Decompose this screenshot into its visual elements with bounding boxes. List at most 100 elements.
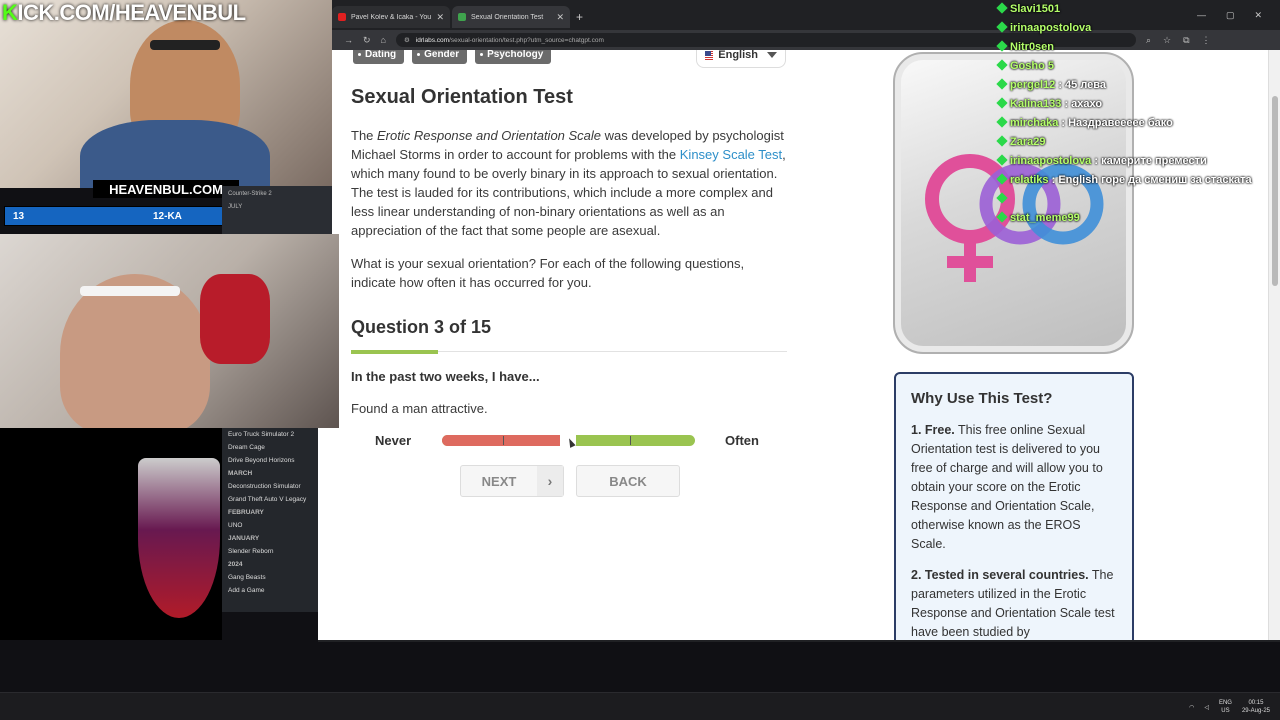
why-point-tested: 2. Tested in several countries. The para… [911,566,1117,640]
sidebar-section-header: 2024 [228,561,243,568]
why-use-panel: Why Use This Test? 1. Free. This free on… [894,372,1134,640]
chat-message: stat_meme99 [996,209,1280,228]
intro-emphasis: Erotic Response and Orientation Scale [377,128,602,143]
chat-message: Gosho 5 [996,57,1280,76]
chat-message: irinaapostolova : камерите премести [996,152,1280,171]
chat-text: : камерите премести [1094,155,1207,167]
music-visualizer [0,428,222,640]
chat-username[interactable]: Kalina133 [1010,98,1061,110]
chevron-right-icon: › [537,466,563,496]
chat-message: pergel12 : 45 лева [996,76,1280,95]
chat-message: Zara29 [996,133,1280,152]
close-tab-icon[interactable]: ✕ [436,12,444,23]
chat-overlay: Slavi1501 irinaapostolova Nitr0sen Gosho… [996,0,1280,228]
chat-message: Kalina133 : ахахо [996,95,1280,114]
tab-youtube[interactable]: Pavel Kolev & Icaka - YouTube ✕ [332,6,450,28]
clock-time: 00:15 [1248,700,1264,706]
headphones [200,274,270,364]
badge-icon [996,211,1008,223]
chat-username[interactable]: irinaapostolova [1010,155,1091,167]
input-language[interactable]: ENG US [1219,699,1232,715]
chat-text: : ахахо [1064,98,1103,110]
sidebar-section-header: JANUARY [228,535,260,542]
chevron-down-icon [767,52,777,58]
tab-title: Sexual Orientation Test [471,13,544,21]
sunglasses [150,40,220,50]
instructions: What is your sexual orientation? For eac… [351,256,745,290]
chat-message [996,190,1280,209]
tab-test[interactable]: Sexual Orientation Test ✕ [452,6,570,28]
guest-face [60,274,210,428]
tag-psychology[interactable]: Psychology [475,50,552,64]
slider-tick [630,436,631,445]
sidebar-game-item[interactable]: Dream Cage [228,441,312,454]
sidebar-game-item[interactable]: Euro Truck Simulator 2 [228,428,312,441]
game-list-top: Counter-Strike 2 JULY [222,186,332,234]
score-label: 12-KA [153,210,182,222]
back-button[interactable]: BACK [576,465,680,497]
chat-username[interactable]: relatiks [1010,174,1049,186]
chat-username[interactable]: pergel12 [1010,79,1055,91]
sidebar-game-item[interactable]: Add a Game [228,584,312,597]
slider-tick [503,436,504,445]
kick-url-overlay: KICK.COM/HEAVENBUL [2,0,246,26]
question-heading: Question 3 of 15 [351,317,492,337]
badge-icon [996,40,1008,52]
url-domain: idrlabs.com [415,36,450,44]
chat-text: : 45 лева [1058,79,1107,91]
forward-icon[interactable]: → [344,35,353,45]
badge-icon [996,97,1008,109]
site-info-icon[interactable]: ⚙ [404,36,410,44]
channel-banner: HEAVENBUL.COM [93,180,239,198]
volume-icon[interactable]: ◁ [1204,704,1209,711]
close-tab-icon[interactable]: ✕ [556,12,564,23]
game-list-entry: JULY [228,204,243,210]
chat-username[interactable]: stat_meme99 [1010,212,1080,224]
wifi-icon[interactable]: ◠ [1189,704,1194,711]
screen: Pavel Kolev & Icaka - YouTube ✕ Sexual O… [0,0,1280,720]
clock[interactable]: 00:15 29-Aug-25 [1242,699,1270,715]
chat-username[interactable]: irinaapostolova [1010,22,1091,34]
tag-dating[interactable]: Dating [353,50,405,64]
why-point-title: 2. Tested in several countries. [911,568,1089,582]
sidebar-game-item[interactable]: Deconstruction Simulator [228,480,312,493]
sidebar-game-item[interactable]: Grand Theft Auto V Legacy [228,493,312,506]
kinsey-scale-link[interactable]: Kinsey Scale Test [680,147,782,162]
chat-message: Slavi1501 [996,0,1280,19]
sidebar-game-item[interactable]: Gang Beasts [228,571,312,584]
white-sunglasses [80,286,180,296]
why-point-text: This free online Sexual Orientation test… [911,423,1103,551]
webcam-guest [0,234,339,428]
sidebar-game-item[interactable]: UNO [228,519,312,532]
badge-icon [996,78,1008,90]
next-button[interactable]: NEXT › [460,465,564,497]
chat-text: : Наздравеееее бако [1061,117,1173,129]
language-selector[interactable]: English [696,50,786,68]
chat-username[interactable]: Slavi1501 [1010,3,1060,15]
host-shirt [80,120,270,188]
why-point-free: 1. Free. This free online Sexual Orienta… [911,421,1117,554]
score-left: 13 [13,210,25,222]
home-icon[interactable]: ⌂ [381,35,386,45]
chat-username[interactable]: Zara29 [1010,136,1045,148]
url-path: /sexual-orientation/test.php?utm_source=… [449,36,604,44]
new-tab-icon[interactable]: + [576,6,583,30]
chat-message: Nitr0sen [996,38,1280,57]
chat-username[interactable]: Nitr0sen [1010,41,1054,53]
sidebar-game-item[interactable]: Slender Reborn [228,545,312,558]
scale-min-label: Never [375,433,412,448]
reload-icon[interactable]: ↻ [363,35,371,46]
taskbar: ◠ ◁ ENG US 00:15 29-Aug-25 [0,692,1280,720]
badge-icon [996,2,1008,14]
chat-message: irinaapostolova [996,19,1280,38]
chat-username[interactable]: Gosho 5 [1010,60,1054,72]
sidebar-game-item[interactable]: Drive Beyond Horizons [228,454,312,467]
kick-logo-letter: K [2,0,18,25]
tab-strip: Pavel Kolev & Icaka - YouTube ✕ Sexual O… [332,6,583,30]
badge-icon [996,154,1008,166]
question-text: Found a man attractive. [351,401,488,416]
tag-gender[interactable]: Gender [412,50,468,64]
chat-username[interactable]: mirchaka [1010,117,1058,129]
tab-title: Pavel Kolev & Icaka - YouTube [351,13,432,21]
badge-icon [996,192,1008,204]
